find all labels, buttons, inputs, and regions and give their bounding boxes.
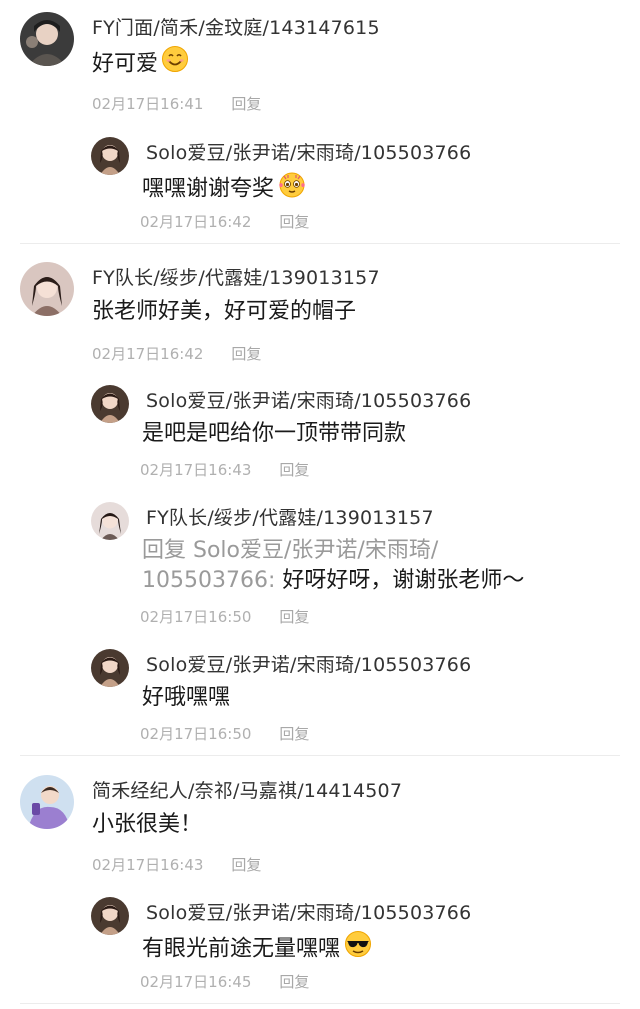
commenter-name[interactable]: Solo爱豆/张尹诺/宋雨琦/105503766	[146, 386, 471, 413]
comment-meta: 02月17日16:42 回复	[92, 343, 261, 364]
reply-text: 回复 Solo爱豆/张尹诺/宋雨琦/	[142, 534, 438, 568]
reply-button[interactable]: 回复	[279, 461, 309, 479]
reply-button[interactable]: 回复	[279, 608, 309, 626]
avatar[interactable]	[91, 897, 129, 935]
reply-time: 02月17日16:45	[140, 973, 252, 991]
avatar[interactable]	[20, 12, 74, 66]
avatar[interactable]	[91, 137, 129, 175]
avatar[interactable]	[91, 502, 129, 540]
reply-text: 好哦嘿嘿	[142, 685, 231, 710]
comment-time: 02月17日16:43	[92, 856, 204, 874]
commenter-name[interactable]: FY队长/绥步/代露娃/139013157	[92, 263, 380, 290]
commenter-name[interactable]: Solo爱豆/张尹诺/宋雨琦/105503766	[146, 650, 471, 677]
love-emoji-icon	[277, 169, 307, 210]
comment-text-content: 好可爱	[92, 51, 159, 77]
comment-time: 02月17日16:42	[92, 345, 204, 363]
reply-text: 嘿嘿谢谢夸奖	[142, 169, 307, 210]
divider	[20, 1003, 620, 1004]
comment-meta: 02月17日16:41 回复	[92, 93, 261, 114]
comment-text: 小张很美！	[92, 812, 203, 837]
sunglasses-emoji-icon	[343, 929, 373, 970]
reply-time: 02月17日16:43	[140, 461, 252, 479]
comment-meta: 02月17日16:43 回复	[92, 854, 261, 875]
comment-text: 张老师好美，好可爱的帽子	[92, 299, 357, 324]
reply-time: 02月17日16:50	[140, 725, 252, 743]
reply-button[interactable]: 回复	[231, 345, 261, 363]
divider	[20, 755, 620, 756]
reply-mention[interactable]: 回复 Solo爱豆/张尹诺/宋雨琦/	[142, 538, 438, 563]
reply-text: 105503766: 好呀好呀，谢谢张老师～	[142, 564, 524, 598]
reply-meta: 02月17日16:50 回复	[140, 606, 309, 627]
reply-meta: 02月17日16:45 回复	[140, 971, 309, 992]
reply-button[interactable]: 回复	[279, 725, 309, 743]
reply-button[interactable]: 回复	[279, 213, 309, 231]
commenter-name[interactable]: Solo爱豆/张尹诺/宋雨琦/105503766	[146, 898, 471, 925]
reply-mention-id[interactable]: 105503766:	[142, 568, 275, 593]
reply-text: 有眼光前途无量嘿嘿	[142, 929, 373, 970]
reply-button[interactable]: 回复	[279, 973, 309, 991]
reply-meta: 02月17日16:43 回复	[140, 459, 309, 480]
commenter-name[interactable]: FY队长/绥步/代露娃/139013157	[146, 503, 434, 530]
avatar[interactable]	[20, 775, 74, 829]
avatar[interactable]	[20, 262, 74, 316]
reply-button[interactable]: 回复	[231, 856, 261, 874]
reply-button[interactable]: 回复	[231, 95, 261, 113]
divider	[20, 243, 620, 244]
reply-time: 02月17日16:42	[140, 213, 252, 231]
reply-text-content: 有眼光前途无量嘿嘿	[142, 936, 341, 962]
reply-meta: 02月17日16:42 回复	[140, 211, 309, 232]
reply-text-content: 嘿嘿谢谢夸奖	[142, 176, 275, 202]
comment-text: 好可爱	[92, 45, 189, 84]
reply-meta: 02月17日16:50 回复	[140, 723, 309, 744]
commenter-name[interactable]: FY门面/简禾/金玟庭/143147615	[92, 13, 380, 40]
reply-text-content: 好呀好呀，谢谢张老师～	[275, 568, 525, 593]
reply-time: 02月17日16:50	[140, 608, 252, 626]
avatar[interactable]	[91, 649, 129, 687]
commenter-name[interactable]: Solo爱豆/张尹诺/宋雨琦/105503766	[146, 138, 471, 165]
commenter-name[interactable]: 简禾经纪人/奈祁/马嘉祺/14414507	[92, 776, 402, 803]
smile-emoji-icon	[161, 45, 189, 84]
avatar[interactable]	[91, 385, 129, 423]
reply-text: 是吧是吧给你一顶带带同款	[142, 421, 407, 446]
comment-time: 02月17日16:41	[92, 95, 204, 113]
